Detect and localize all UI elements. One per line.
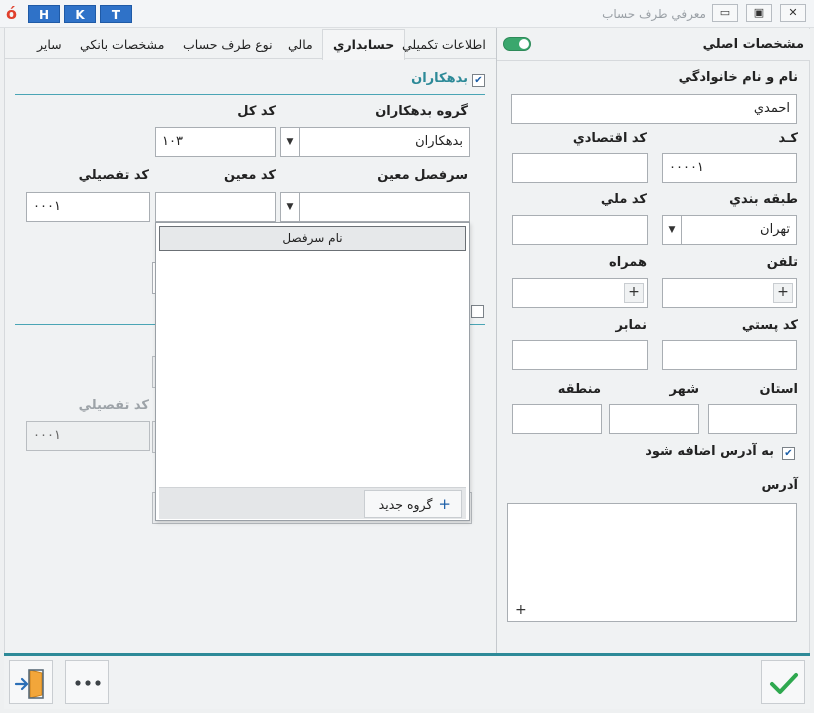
address-textarea[interactable]	[507, 503, 797, 622]
hotkey-h-button[interactable]: H	[28, 5, 60, 23]
hotkey-k-button[interactable]: K	[64, 5, 96, 23]
national-code-input[interactable]	[512, 215, 648, 245]
tab-other[interactable]: ساير	[37, 37, 62, 52]
title-bar: ó H K T معرفي طرف حساب ▭ ▣ ✕	[0, 0, 814, 28]
tab-accounting[interactable]: حسابداري	[322, 29, 406, 60]
detail-code-2-label: كد تفصيلي	[78, 398, 149, 413]
minimize-button[interactable]: ▭	[712, 4, 738, 22]
region-label: منطقه	[557, 382, 601, 397]
economic-code-input[interactable]	[512, 153, 648, 183]
general-code-label: كد كل	[237, 104, 276, 119]
maximize-button[interactable]: ▣	[746, 4, 772, 22]
hotkey-t-button[interactable]: T	[100, 5, 132, 23]
app-logo-icon: ó	[6, 4, 17, 23]
new-group-label: گروه جديد	[378, 497, 433, 512]
main-details-header: مشخصات اصلي	[497, 29, 810, 61]
heading-name-column-header[interactable]: نام سرفصل	[159, 226, 466, 251]
more-icon	[75, 680, 101, 686]
code-input[interactable]: ۰۰۰۰۱	[662, 153, 797, 183]
phone-label: تلفن	[766, 255, 798, 270]
checkmark-icon	[770, 673, 798, 694]
category-select[interactable]: تهران	[681, 215, 797, 245]
category-dropdown-button[interactable]: ▼	[662, 215, 682, 245]
creditors-checkbox[interactable]	[471, 305, 484, 318]
tab-financial[interactable]: مالي	[288, 37, 313, 52]
add-icon: +	[438, 495, 451, 513]
specific-code-label: كد معين	[224, 168, 276, 183]
dropdown-footer: + گروه جديد	[159, 487, 466, 519]
tab-account-type[interactable]: نوع طرف حساب	[183, 37, 273, 52]
postal-code-label: کد پستي	[741, 318, 798, 333]
fax-label: نمابر	[615, 318, 647, 333]
mobile-add-button[interactable]: +	[624, 283, 644, 303]
city-label: شهر	[669, 382, 699, 397]
region-input[interactable]	[512, 404, 602, 434]
specific-heading-dropdown-list[interactable]: نام سرفصل + گروه جديد	[155, 222, 470, 521]
mobile-label: همراه	[609, 255, 647, 270]
province-label: استان	[759, 382, 798, 397]
exit-button[interactable]	[9, 660, 53, 704]
category-label: طبقه بندي	[729, 192, 798, 207]
active-toggle[interactable]	[503, 37, 531, 51]
province-input[interactable]	[708, 404, 797, 434]
full-name-input[interactable]: احمدي	[511, 94, 797, 124]
main-details-title: مشخصات اصلي	[702, 37, 804, 52]
national-code-label: کد ملي	[600, 192, 647, 207]
full-name-label: نام و نام خانوادگي	[678, 70, 798, 85]
more-options-button[interactable]	[65, 660, 109, 704]
debtor-group-select[interactable]: بدهكاران	[299, 127, 470, 157]
code-label: کـد	[778, 131, 798, 146]
debtor-group-dropdown-button[interactable]: ▼	[280, 127, 300, 157]
economic-code-label: کد اقتصادي	[572, 131, 647, 146]
debtors-checkbox[interactable]: ✔	[472, 74, 485, 87]
detail-code-2-input: ۰۰۰۱	[26, 421, 150, 451]
specific-heading-dropdown-button[interactable]: ▼	[280, 192, 300, 222]
add-to-address-checkbox[interactable]: ✔	[782, 447, 795, 460]
specific-code-input[interactable]	[155, 192, 276, 222]
new-group-button[interactable]: + گروه جديد	[364, 490, 462, 518]
tab-bank-details[interactable]: مشخصات بانكي	[80, 37, 164, 52]
add-to-address-label: به آدرس اضافه شود	[645, 444, 774, 459]
bottom-toolbar	[4, 656, 810, 709]
specific-heading-label: سرفصل معين	[377, 168, 468, 183]
specific-heading-select[interactable]	[299, 192, 470, 222]
detail-code-label: كد تفصيلي	[78, 168, 149, 183]
address-add-icon[interactable]: +	[515, 602, 527, 618]
detail-code-input[interactable]: ۰۰۰۱	[26, 192, 150, 222]
postal-code-input[interactable]	[662, 340, 797, 370]
general-code-input[interactable]: ۱۰۳	[155, 127, 276, 157]
window-title: معرفي طرف حساب	[602, 7, 706, 21]
debtor-group-label: گروه بدهكاران	[375, 104, 468, 119]
tab-bar: حسابداري اطلاعات تكميلي مالي نوع طرف حسا…	[5, 29, 496, 60]
address-label: آدرس	[761, 478, 798, 493]
confirm-button[interactable]	[761, 660, 805, 704]
debtors-divider	[15, 94, 485, 95]
debtors-section-label: بدهكاران	[411, 71, 468, 86]
panel-divider	[496, 28, 497, 653]
phone-add-button[interactable]: +	[773, 283, 793, 303]
close-button[interactable]: ✕	[780, 4, 806, 22]
city-input[interactable]	[609, 404, 699, 434]
tab-additional-info[interactable]: اطلاعات تكميلي	[402, 37, 486, 52]
exit-icon	[14, 669, 44, 699]
fax-input[interactable]	[512, 340, 648, 370]
